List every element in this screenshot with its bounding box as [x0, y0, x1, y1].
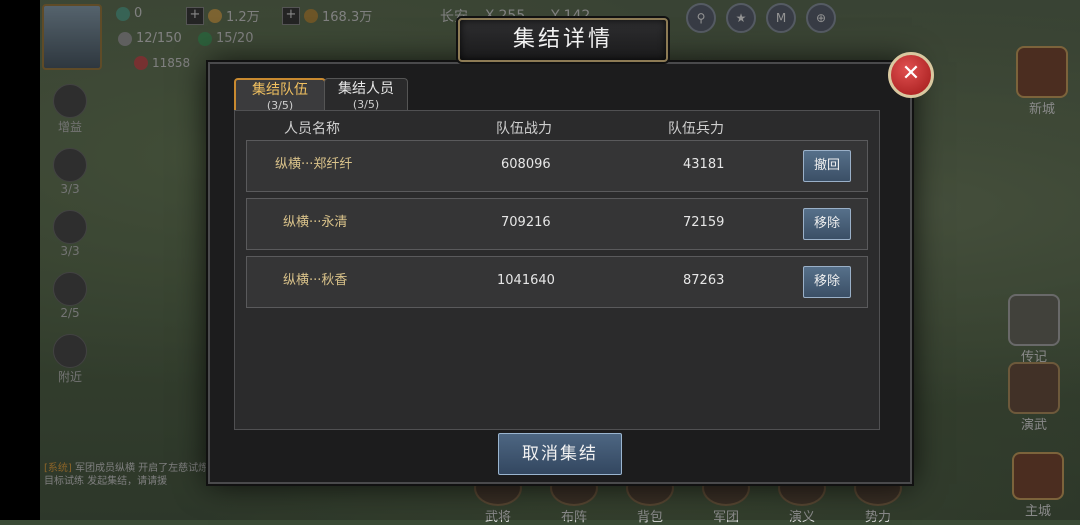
- table-row: 纵横···郑纤纤 608096 43181 撤回: [246, 140, 868, 192]
- column-header-troops: 队伍兵力: [668, 121, 724, 137]
- member-name: 纵横···郑纤纤: [275, 157, 353, 172]
- column-header-name: 人员名称: [284, 121, 340, 137]
- member-name: 纵横···永清: [283, 215, 348, 230]
- team-troops: 43181: [683, 157, 725, 172]
- team-troops: 87263: [683, 273, 725, 288]
- team-troops: 72159: [683, 215, 725, 230]
- column-header-power: 队伍战力: [496, 121, 552, 137]
- dialog-title: 集结详情: [458, 18, 668, 62]
- table-row: 纵横···秋香 1041640 87263 移除: [246, 256, 868, 308]
- cancel-rally-button[interactable]: 取消集结: [498, 433, 622, 475]
- member-name: 纵横···秋香: [283, 273, 348, 288]
- team-power: 608096: [501, 157, 551, 172]
- close-button[interactable]: ✕: [888, 52, 934, 98]
- remove-button[interactable]: 移除: [803, 208, 851, 240]
- withdraw-button[interactable]: 撤回: [803, 150, 851, 182]
- screen-edge: [0, 0, 40, 520]
- team-power: 709216: [501, 215, 551, 230]
- tab-rally-members[interactable]: 集结人员 (3/5): [324, 78, 408, 114]
- team-power: 1041640: [497, 273, 555, 288]
- remove-button[interactable]: 移除: [803, 266, 851, 298]
- table-row: 纵横···永清 709216 72159 移除: [246, 198, 868, 250]
